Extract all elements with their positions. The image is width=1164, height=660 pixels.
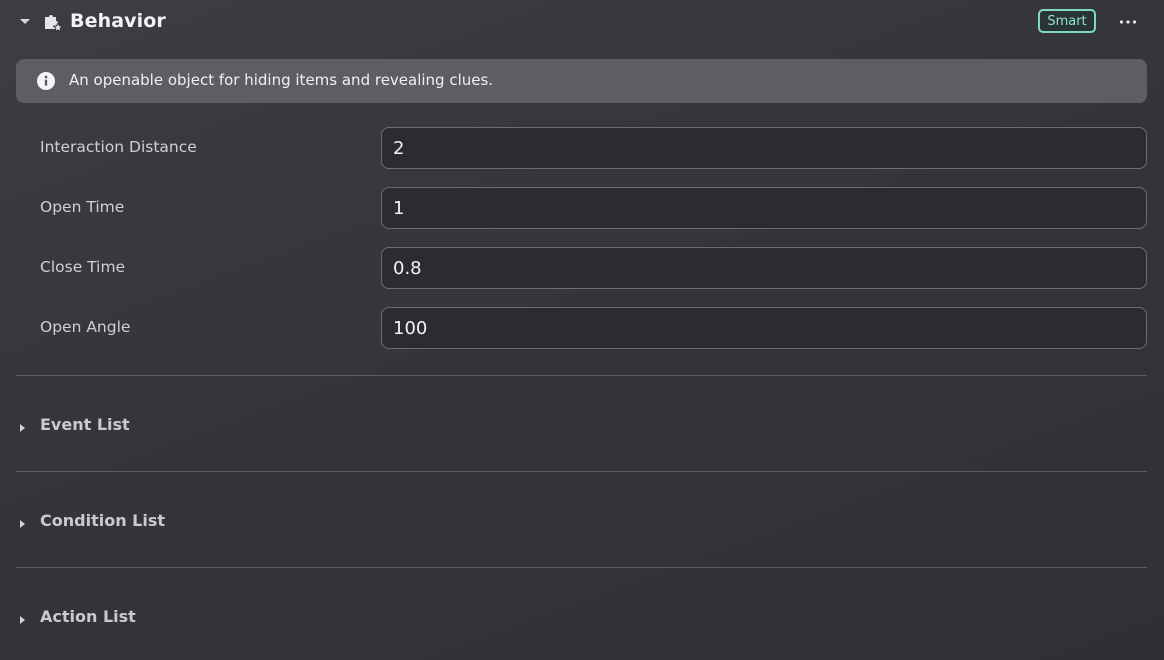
property-row-interaction-distance: Interaction Distance: [0, 127, 1164, 169]
caret-down-icon[interactable]: [18, 15, 32, 29]
info-text: An openable object for hiding items and …: [69, 71, 494, 89]
property-label: Open Angle: [40, 318, 131, 336]
behavior-header: Behavior Smart: [0, 0, 1164, 44]
property-row-open-angle: Open Angle: [0, 307, 1164, 349]
section-condition-list[interactable]: Condition List: [0, 501, 1164, 541]
section-label: Condition List: [40, 511, 165, 530]
caret-right-icon: [17, 419, 27, 432]
divider: [16, 375, 1147, 376]
section-action-list[interactable]: Action List: [0, 597, 1164, 637]
ellipsis-icon[interactable]: [1114, 10, 1142, 34]
close-time-input[interactable]: [381, 247, 1147, 289]
property-row-close-time: Close Time: [0, 247, 1164, 289]
section-event-list[interactable]: Event List: [0, 405, 1164, 445]
section-title: Behavior: [70, 10, 166, 32]
divider: [16, 567, 1147, 568]
divider: [16, 471, 1147, 472]
property-row-open-time: Open Time: [0, 187, 1164, 229]
property-label: Close Time: [40, 258, 126, 276]
smart-badge[interactable]: Smart: [1038, 9, 1096, 33]
interaction-distance-input[interactable]: [381, 127, 1147, 169]
property-label: Open Time: [40, 198, 125, 216]
open-time-input[interactable]: [381, 187, 1147, 229]
behavior-panel: Behavior Smart An openable object for hi…: [0, 0, 1164, 660]
info-circle-icon: [37, 72, 55, 90]
open-angle-input[interactable]: [381, 307, 1147, 349]
section-label: Event List: [40, 415, 130, 434]
caret-right-icon: [17, 611, 27, 624]
property-label: Interaction Distance: [40, 138, 197, 156]
info-banner: An openable object for hiding items and …: [16, 59, 1147, 103]
section-label: Action List: [40, 607, 136, 626]
caret-right-icon: [17, 515, 27, 528]
puzzle-star-icon: [42, 11, 64, 33]
